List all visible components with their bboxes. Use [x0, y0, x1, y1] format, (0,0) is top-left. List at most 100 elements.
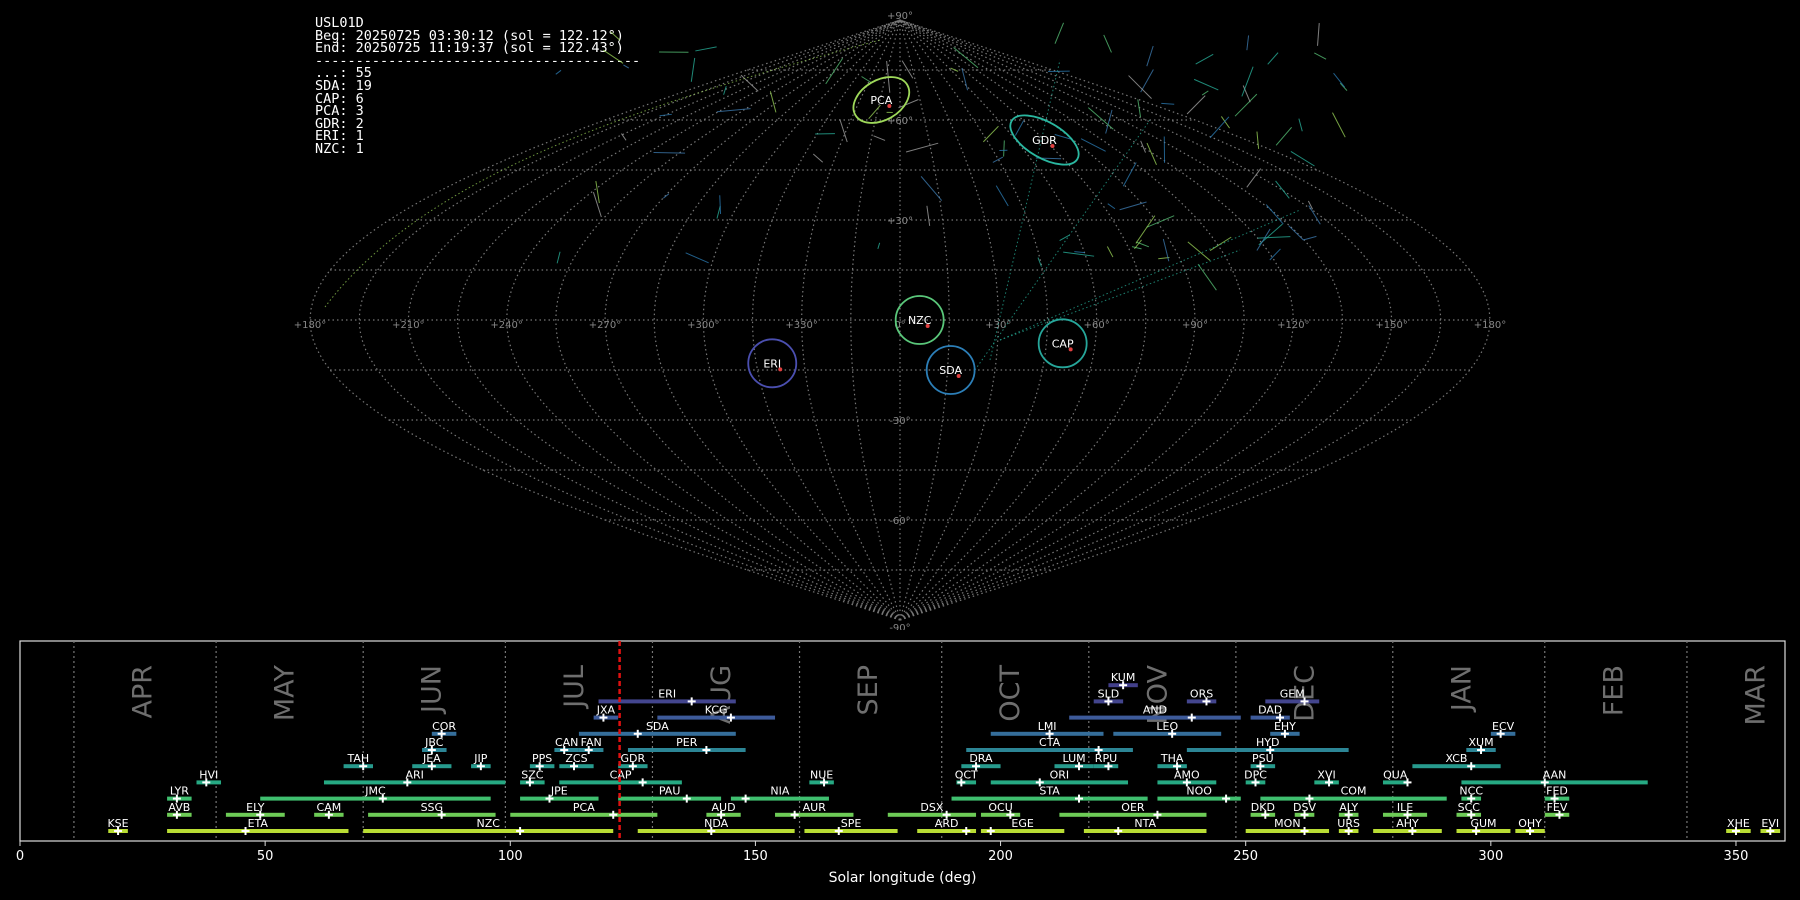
shower-qua: QUA	[1382, 768, 1412, 787]
meteor-trail	[1314, 52, 1327, 60]
shower-label: RPU	[1095, 752, 1117, 765]
meteor-trail	[1119, 201, 1147, 211]
shower-label: THA	[1160, 752, 1184, 765]
lon-label: +30°	[985, 320, 1011, 331]
shower-leo: LEO	[1113, 720, 1222, 738]
shower-label: XUM	[1468, 736, 1493, 749]
meteor-trail	[659, 113, 672, 117]
meteor-trail	[695, 46, 717, 52]
shower-label: SSG	[421, 801, 444, 814]
radiant-label-cap: CAP	[1052, 337, 1074, 350]
meteor-trail	[1333, 72, 1346, 88]
meteor-trail	[901, 60, 914, 79]
meteor-trail	[716, 206, 721, 219]
shower-sld: SLD	[1093, 687, 1124, 706]
shower-label: OCU	[988, 801, 1012, 814]
radiant-label-eri: ERI	[763, 357, 781, 370]
shower-label: DSV	[1293, 801, 1316, 814]
x-tick-label: 150	[743, 849, 768, 864]
radiant-label-sda: SDA	[939, 364, 962, 377]
shower-label: DPC	[1244, 768, 1267, 781]
lat-label: +90°	[887, 11, 913, 22]
shower-label: MON	[1274, 817, 1300, 830]
shower-label: JXA	[596, 704, 616, 717]
shower-noo: NOO	[1157, 785, 1241, 803]
x-tick-label: 300	[1478, 849, 1503, 864]
shower-label: JMC	[364, 785, 386, 798]
meteor-trail	[1209, 116, 1230, 139]
month-label: SEP	[853, 665, 884, 715]
meteor-trail	[1161, 102, 1175, 105]
meteor-trail	[690, 57, 696, 82]
shower-label: GUM	[1470, 817, 1496, 830]
shower-label: DKD	[1251, 801, 1275, 814]
shower-label: JBC	[424, 736, 444, 749]
meteor-trail	[1107, 203, 1116, 210]
shower-label: ETA	[248, 817, 269, 830]
meteor-trail	[1195, 53, 1214, 65]
month-label: MAY	[270, 665, 301, 722]
shower-szc: SZC	[520, 768, 545, 787]
meteor-trail	[1003, 140, 1005, 157]
shower-label: PSU	[1252, 752, 1274, 765]
x-tick-label: 250	[1233, 849, 1258, 864]
shower-label: COM	[1341, 785, 1367, 798]
shower-oct: OCT	[955, 768, 978, 787]
shower-label: XCB	[1446, 752, 1468, 765]
shower-label: NZC	[476, 817, 500, 830]
shower-label: SDA	[646, 720, 669, 733]
month-label: JUL	[559, 665, 590, 710]
shower-label: NOO	[1186, 785, 1212, 798]
shower-label: AAN	[1543, 768, 1567, 781]
meteor-trail	[1059, 234, 1070, 242]
shower-label: FED	[1546, 785, 1568, 798]
meteor-trail	[1080, 138, 1106, 152]
shower-label: XHE	[1727, 817, 1750, 830]
shower-label: GDR	[621, 752, 646, 765]
shower-label: JPE	[550, 785, 568, 798]
lat-label: +30°	[887, 216, 913, 227]
meteor-trail	[769, 91, 777, 113]
meteor-trail	[1122, 162, 1137, 187]
shower-label: COR	[432, 720, 456, 733]
meteor-trail	[1303, 235, 1317, 241]
sky-map: +90° +60° +30° -30° -60° -90° +180° +150° +120° +…	[294, 11, 1506, 630]
lon-label: +60°	[1084, 320, 1110, 331]
shower-fev: FEV	[1544, 801, 1570, 819]
meteor-trail	[556, 251, 561, 264]
meteor-trail	[723, 86, 727, 95]
meteor-trail	[1137, 99, 1142, 118]
shower-bars: KUM ERI SLD ORS GEM JXA KCG AND DAD COR SDA LMI LEO E…	[107, 671, 1781, 835]
meteor-trail	[1269, 248, 1281, 261]
meteor-trail	[1256, 131, 1260, 149]
shower-per: PER	[627, 736, 746, 754]
meteor-trail	[1054, 22, 1065, 44]
meteor-trail	[685, 252, 709, 264]
shower-tah: TAH	[343, 752, 373, 771]
shower-nue: NUE	[809, 768, 834, 787]
shower-xcb: XCB	[1412, 752, 1501, 771]
shower-timeline: APR MAY JUN JUL AUG SEP OCT NOV DEC JAN FEB MARKUME…	[16, 640, 1786, 886]
x-tick-label: 350	[1724, 849, 1749, 864]
shower-gum: GUM	[1456, 817, 1511, 835]
shower-xvi: XVI	[1314, 768, 1339, 787]
shower-dkd: DKD	[1250, 801, 1276, 819]
lon-label: +150°	[1375, 320, 1407, 331]
shower-label: CAM	[317, 801, 342, 814]
shower-xum: XUM	[1466, 736, 1496, 754]
meteor-trail	[920, 176, 943, 201]
meteor-trail	[1134, 239, 1142, 250]
meteor-trail	[1146, 45, 1154, 67]
meteor-trail	[1317, 22, 1320, 46]
meteor-trail	[1275, 180, 1290, 199]
meteor-trail	[1265, 204, 1284, 225]
meteor-trail	[1014, 120, 1025, 136]
meteor-trail	[1246, 35, 1250, 51]
meteor-trail	[1103, 34, 1112, 53]
shower-jxa: JXA	[593, 704, 619, 722]
lon-label: +210°	[392, 320, 424, 331]
month-label: APR	[127, 665, 158, 719]
meteor-trail	[1186, 95, 1206, 115]
shower-ecv: ECV	[1490, 720, 1516, 738]
month-label: JAN	[1446, 665, 1477, 713]
